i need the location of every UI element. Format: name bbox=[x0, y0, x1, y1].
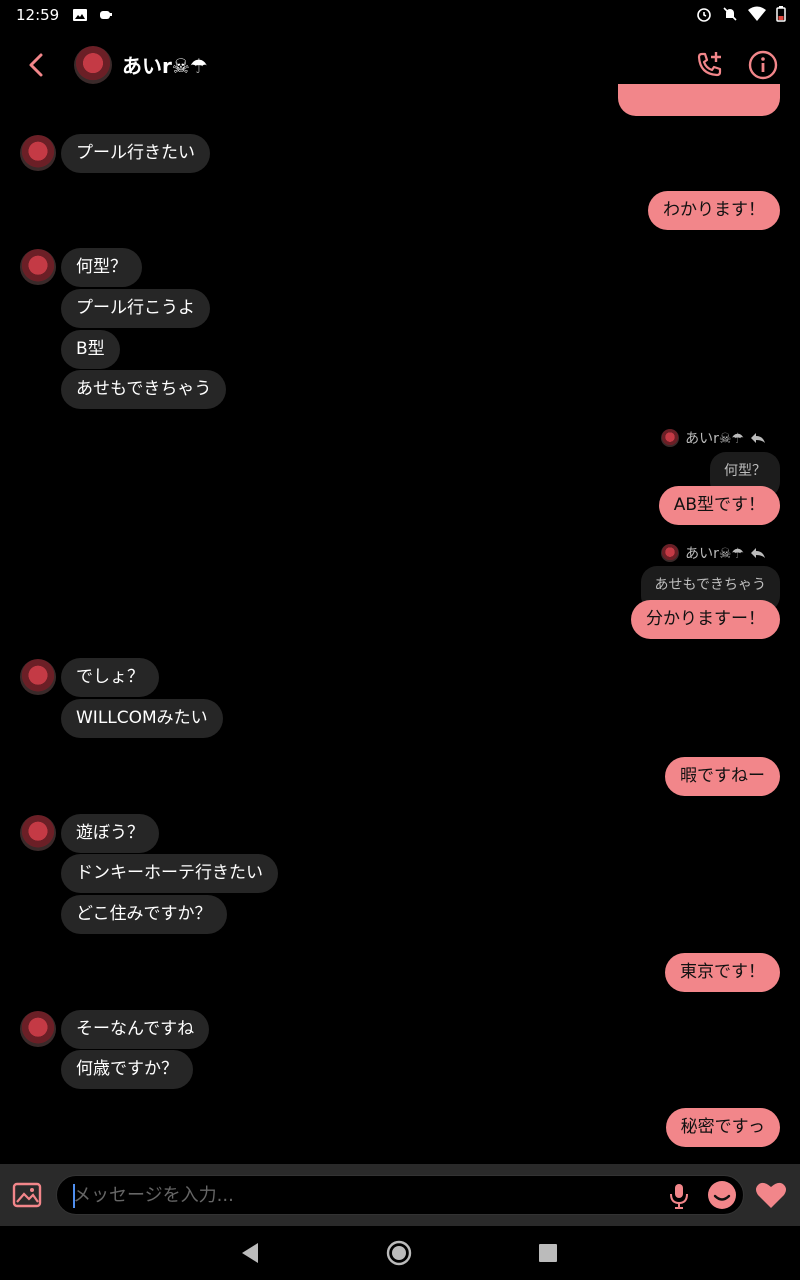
image-notification-icon bbox=[73, 9, 88, 21]
notifications-off-icon bbox=[723, 7, 737, 21]
status-bar: 12:59 bbox=[0, 0, 800, 30]
back-button[interactable] bbox=[22, 50, 52, 80]
alarm-icon bbox=[697, 8, 711, 22]
reply-icon bbox=[751, 433, 765, 443]
battery-icon bbox=[776, 6, 786, 22]
message-incoming[interactable]: 遊ぼう？ bbox=[61, 814, 159, 853]
message-incoming[interactable]: B型 bbox=[61, 330, 120, 369]
reply-avatar bbox=[661, 429, 680, 447]
nav-back-icon[interactable] bbox=[236, 1239, 264, 1267]
sender-avatar[interactable] bbox=[20, 1011, 56, 1047]
partial-message-top bbox=[618, 84, 780, 116]
nav-recents-icon[interactable] bbox=[534, 1239, 562, 1267]
sender-avatar[interactable] bbox=[20, 249, 56, 285]
microphone-button[interactable] bbox=[667, 1182, 691, 1210]
message-field[interactable] bbox=[56, 1175, 744, 1215]
message-incoming[interactable]: プール行こうよ bbox=[61, 289, 210, 328]
message-outgoing[interactable]: 東京です！ bbox=[665, 953, 780, 992]
reply-name: あいr☠☂ bbox=[685, 431, 744, 447]
sender-avatar[interactable] bbox=[20, 135, 56, 171]
message-incoming[interactable]: プール行きたい bbox=[61, 134, 210, 173]
message-incoming[interactable]: ドンキーホーテ行きたい bbox=[61, 854, 278, 893]
add-call-button[interactable] bbox=[692, 48, 726, 82]
reply-name: あいr☠☂ bbox=[685, 546, 744, 562]
message-incoming[interactable]: そーなんですね bbox=[61, 1010, 210, 1049]
message-outgoing[interactable]: 分かりますー！ bbox=[631, 600, 780, 639]
contact-avatar[interactable] bbox=[74, 46, 112, 84]
reply-context: あいr☠☂ bbox=[661, 428, 766, 448]
message-incoming[interactable]: 何歳ですか？ bbox=[61, 1050, 193, 1089]
nav-home-icon[interactable] bbox=[385, 1239, 413, 1267]
message-outgoing[interactable]: AB型です！ bbox=[658, 486, 780, 525]
emoji-button[interactable] bbox=[707, 1180, 737, 1210]
message-outgoing[interactable]: わかります！ bbox=[648, 191, 780, 230]
message-incoming[interactable]: WILLCOMみたい bbox=[61, 699, 223, 738]
app-notification-icon bbox=[100, 11, 113, 19]
message-composer bbox=[0, 1164, 800, 1226]
sender-avatar[interactable] bbox=[20, 815, 56, 851]
reply-context: あいr☠☂ bbox=[661, 543, 766, 563]
heart-button[interactable] bbox=[755, 1180, 787, 1210]
info-button[interactable] bbox=[746, 48, 780, 82]
sender-avatar[interactable] bbox=[20, 659, 56, 695]
status-time: 12:59 bbox=[16, 6, 60, 24]
contact-name[interactable]: あいr☠☂ bbox=[122, 50, 208, 79]
reply-icon bbox=[751, 548, 765, 558]
wifi-icon bbox=[748, 6, 766, 21]
status-right-icons bbox=[696, 6, 786, 22]
message-incoming[interactable]: どこ住みですか？ bbox=[61, 895, 227, 934]
message-incoming[interactable]: でしょ？ bbox=[61, 658, 159, 697]
reply-avatar bbox=[661, 544, 680, 562]
system-nav-bar bbox=[0, 1226, 800, 1280]
message-outgoing[interactable]: 暇ですねー bbox=[665, 757, 780, 796]
message-outgoing[interactable]: 秘密ですっ bbox=[665, 1108, 780, 1147]
gallery-button[interactable] bbox=[12, 1180, 44, 1210]
message-input[interactable] bbox=[73, 1176, 653, 1214]
message-incoming[interactable]: あせもできちゃう bbox=[61, 370, 227, 409]
message-incoming[interactable]: 何型？ bbox=[61, 248, 142, 287]
